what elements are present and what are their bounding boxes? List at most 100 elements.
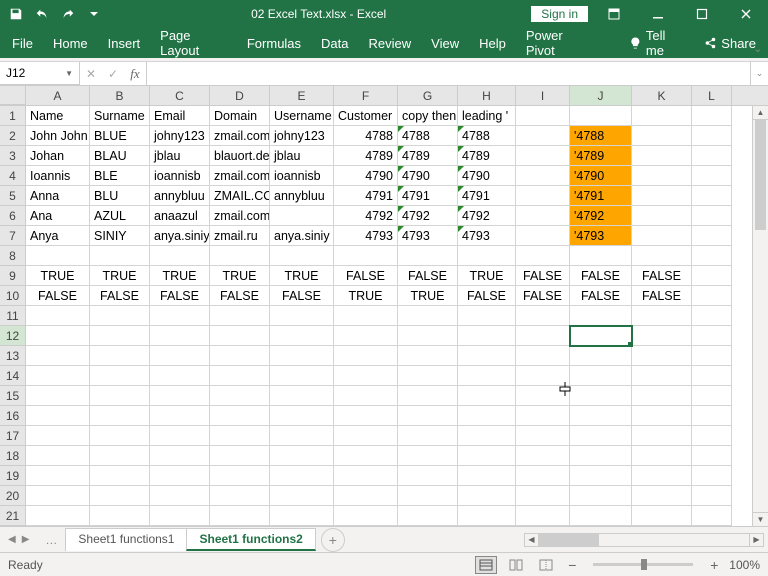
cell[interactable] xyxy=(632,426,692,446)
col-header-G[interactable]: G xyxy=(398,86,458,105)
cell[interactable] xyxy=(632,446,692,466)
cell[interactable] xyxy=(570,426,632,446)
cell[interactable] xyxy=(270,306,334,326)
cell[interactable] xyxy=(210,486,270,506)
cell[interactable]: AZUL xyxy=(90,206,150,226)
cell[interactable]: 4790 xyxy=(334,166,398,186)
row-header[interactable]: 1 xyxy=(0,106,26,126)
select-all-corner[interactable] xyxy=(0,86,26,105)
cell[interactable] xyxy=(692,166,732,186)
tab-formulas[interactable]: Formulas xyxy=(247,32,301,55)
cell[interactable]: Surname xyxy=(90,106,150,126)
cell[interactable] xyxy=(90,326,150,346)
cell[interactable] xyxy=(516,486,570,506)
cell[interactable] xyxy=(516,406,570,426)
cell[interactable] xyxy=(458,486,516,506)
sheet-tab[interactable]: Sheet1 functions2 xyxy=(186,528,315,551)
cell[interactable] xyxy=(458,386,516,406)
sheet-nav-prev-icon[interactable]: ◀ xyxy=(6,534,18,545)
col-header-B[interactable]: B xyxy=(90,86,150,105)
cell[interactable] xyxy=(458,406,516,426)
cell[interactable] xyxy=(632,386,692,406)
cell[interactable]: Email xyxy=(150,106,210,126)
cell[interactable]: FALSE xyxy=(90,286,150,306)
cell[interactable] xyxy=(632,406,692,426)
row-header[interactable]: 21 xyxy=(0,506,26,526)
cell[interactable] xyxy=(334,466,398,486)
cell[interactable]: johny123 xyxy=(270,126,334,146)
cell[interactable] xyxy=(516,346,570,366)
chevron-down-icon[interactable]: ▼ xyxy=(65,69,73,78)
cell[interactable] xyxy=(150,486,210,506)
cell[interactable] xyxy=(398,446,458,466)
cell[interactable] xyxy=(570,366,632,386)
cell[interactable]: FALSE xyxy=(210,286,270,306)
cell[interactable] xyxy=(458,466,516,486)
cell[interactable] xyxy=(692,386,732,406)
cell[interactable] xyxy=(90,406,150,426)
cell[interactable]: leading ' xyxy=(458,106,516,126)
cell[interactable] xyxy=(692,326,732,346)
sheet-ellipsis[interactable]: … xyxy=(37,533,65,547)
cell[interactable] xyxy=(516,126,570,146)
cell-rows[interactable]: 1NameSurnameEmailDomainUsernameCustomerc… xyxy=(0,106,768,526)
cell[interactable]: '4788 xyxy=(570,126,632,146)
cell[interactable] xyxy=(210,466,270,486)
cell[interactable] xyxy=(692,406,732,426)
cell[interactable] xyxy=(334,366,398,386)
cell[interactable] xyxy=(692,286,732,306)
cell[interactable]: John John xyxy=(26,126,90,146)
cell[interactable]: 4789 xyxy=(458,146,516,166)
col-header-C[interactable]: C xyxy=(150,86,210,105)
horizontal-scrollbar[interactable]: ◀ ▶ xyxy=(524,533,764,547)
cell[interactable]: TRUE xyxy=(458,266,516,286)
cell[interactable] xyxy=(150,326,210,346)
cell[interactable] xyxy=(632,166,692,186)
cell[interactable] xyxy=(632,506,692,526)
col-header-A[interactable]: A xyxy=(26,86,90,105)
sheet-nav-next-icon[interactable]: ▶ xyxy=(20,534,32,545)
cell[interactable]: 4788 xyxy=(398,126,458,146)
col-header-K[interactable]: K xyxy=(632,86,692,105)
formula-input[interactable] xyxy=(147,62,750,85)
cell[interactable]: FALSE xyxy=(516,286,570,306)
cell[interactable] xyxy=(516,366,570,386)
cell[interactable]: FALSE xyxy=(516,266,570,286)
cell[interactable] xyxy=(398,506,458,526)
scroll-down-icon[interactable]: ▼ xyxy=(753,512,768,526)
tab-help[interactable]: Help xyxy=(479,32,506,55)
expand-formula-bar-button[interactable]: ⌄ xyxy=(750,62,768,85)
cell[interactable]: 4792 xyxy=(458,206,516,226)
cell[interactable]: TRUE xyxy=(150,266,210,286)
cell[interactable] xyxy=(26,446,90,466)
cell[interactable] xyxy=(398,326,458,346)
cell[interactable] xyxy=(210,386,270,406)
col-header-J[interactable]: J xyxy=(570,86,632,105)
cell[interactable] xyxy=(516,306,570,326)
cell[interactable] xyxy=(26,306,90,326)
cell[interactable] xyxy=(516,106,570,126)
zoom-level[interactable]: 100% xyxy=(729,558,760,572)
share-button[interactable]: Share xyxy=(703,36,756,51)
tab-file[interactable]: File xyxy=(12,32,33,55)
cell[interactable] xyxy=(150,386,210,406)
cell[interactable] xyxy=(210,306,270,326)
row-header[interactable]: 13 xyxy=(0,346,26,366)
cell[interactable] xyxy=(210,346,270,366)
cell[interactable]: Anna xyxy=(26,186,90,206)
cell[interactable]: Ioannis xyxy=(26,166,90,186)
cell[interactable] xyxy=(516,246,570,266)
name-box[interactable]: J12▼ xyxy=(0,62,80,85)
row-header[interactable]: 15 xyxy=(0,386,26,406)
cell[interactable] xyxy=(90,246,150,266)
tab-data[interactable]: Data xyxy=(321,32,348,55)
row-header[interactable]: 10 xyxy=(0,286,26,306)
scroll-left-icon[interactable]: ◀ xyxy=(525,534,539,546)
cell[interactable] xyxy=(570,406,632,426)
cell[interactable] xyxy=(210,426,270,446)
cell[interactable]: FALSE xyxy=(570,266,632,286)
zoom-slider-thumb[interactable] xyxy=(641,559,647,570)
cell[interactable] xyxy=(458,446,516,466)
cell[interactable] xyxy=(334,346,398,366)
cell[interactable] xyxy=(90,306,150,326)
